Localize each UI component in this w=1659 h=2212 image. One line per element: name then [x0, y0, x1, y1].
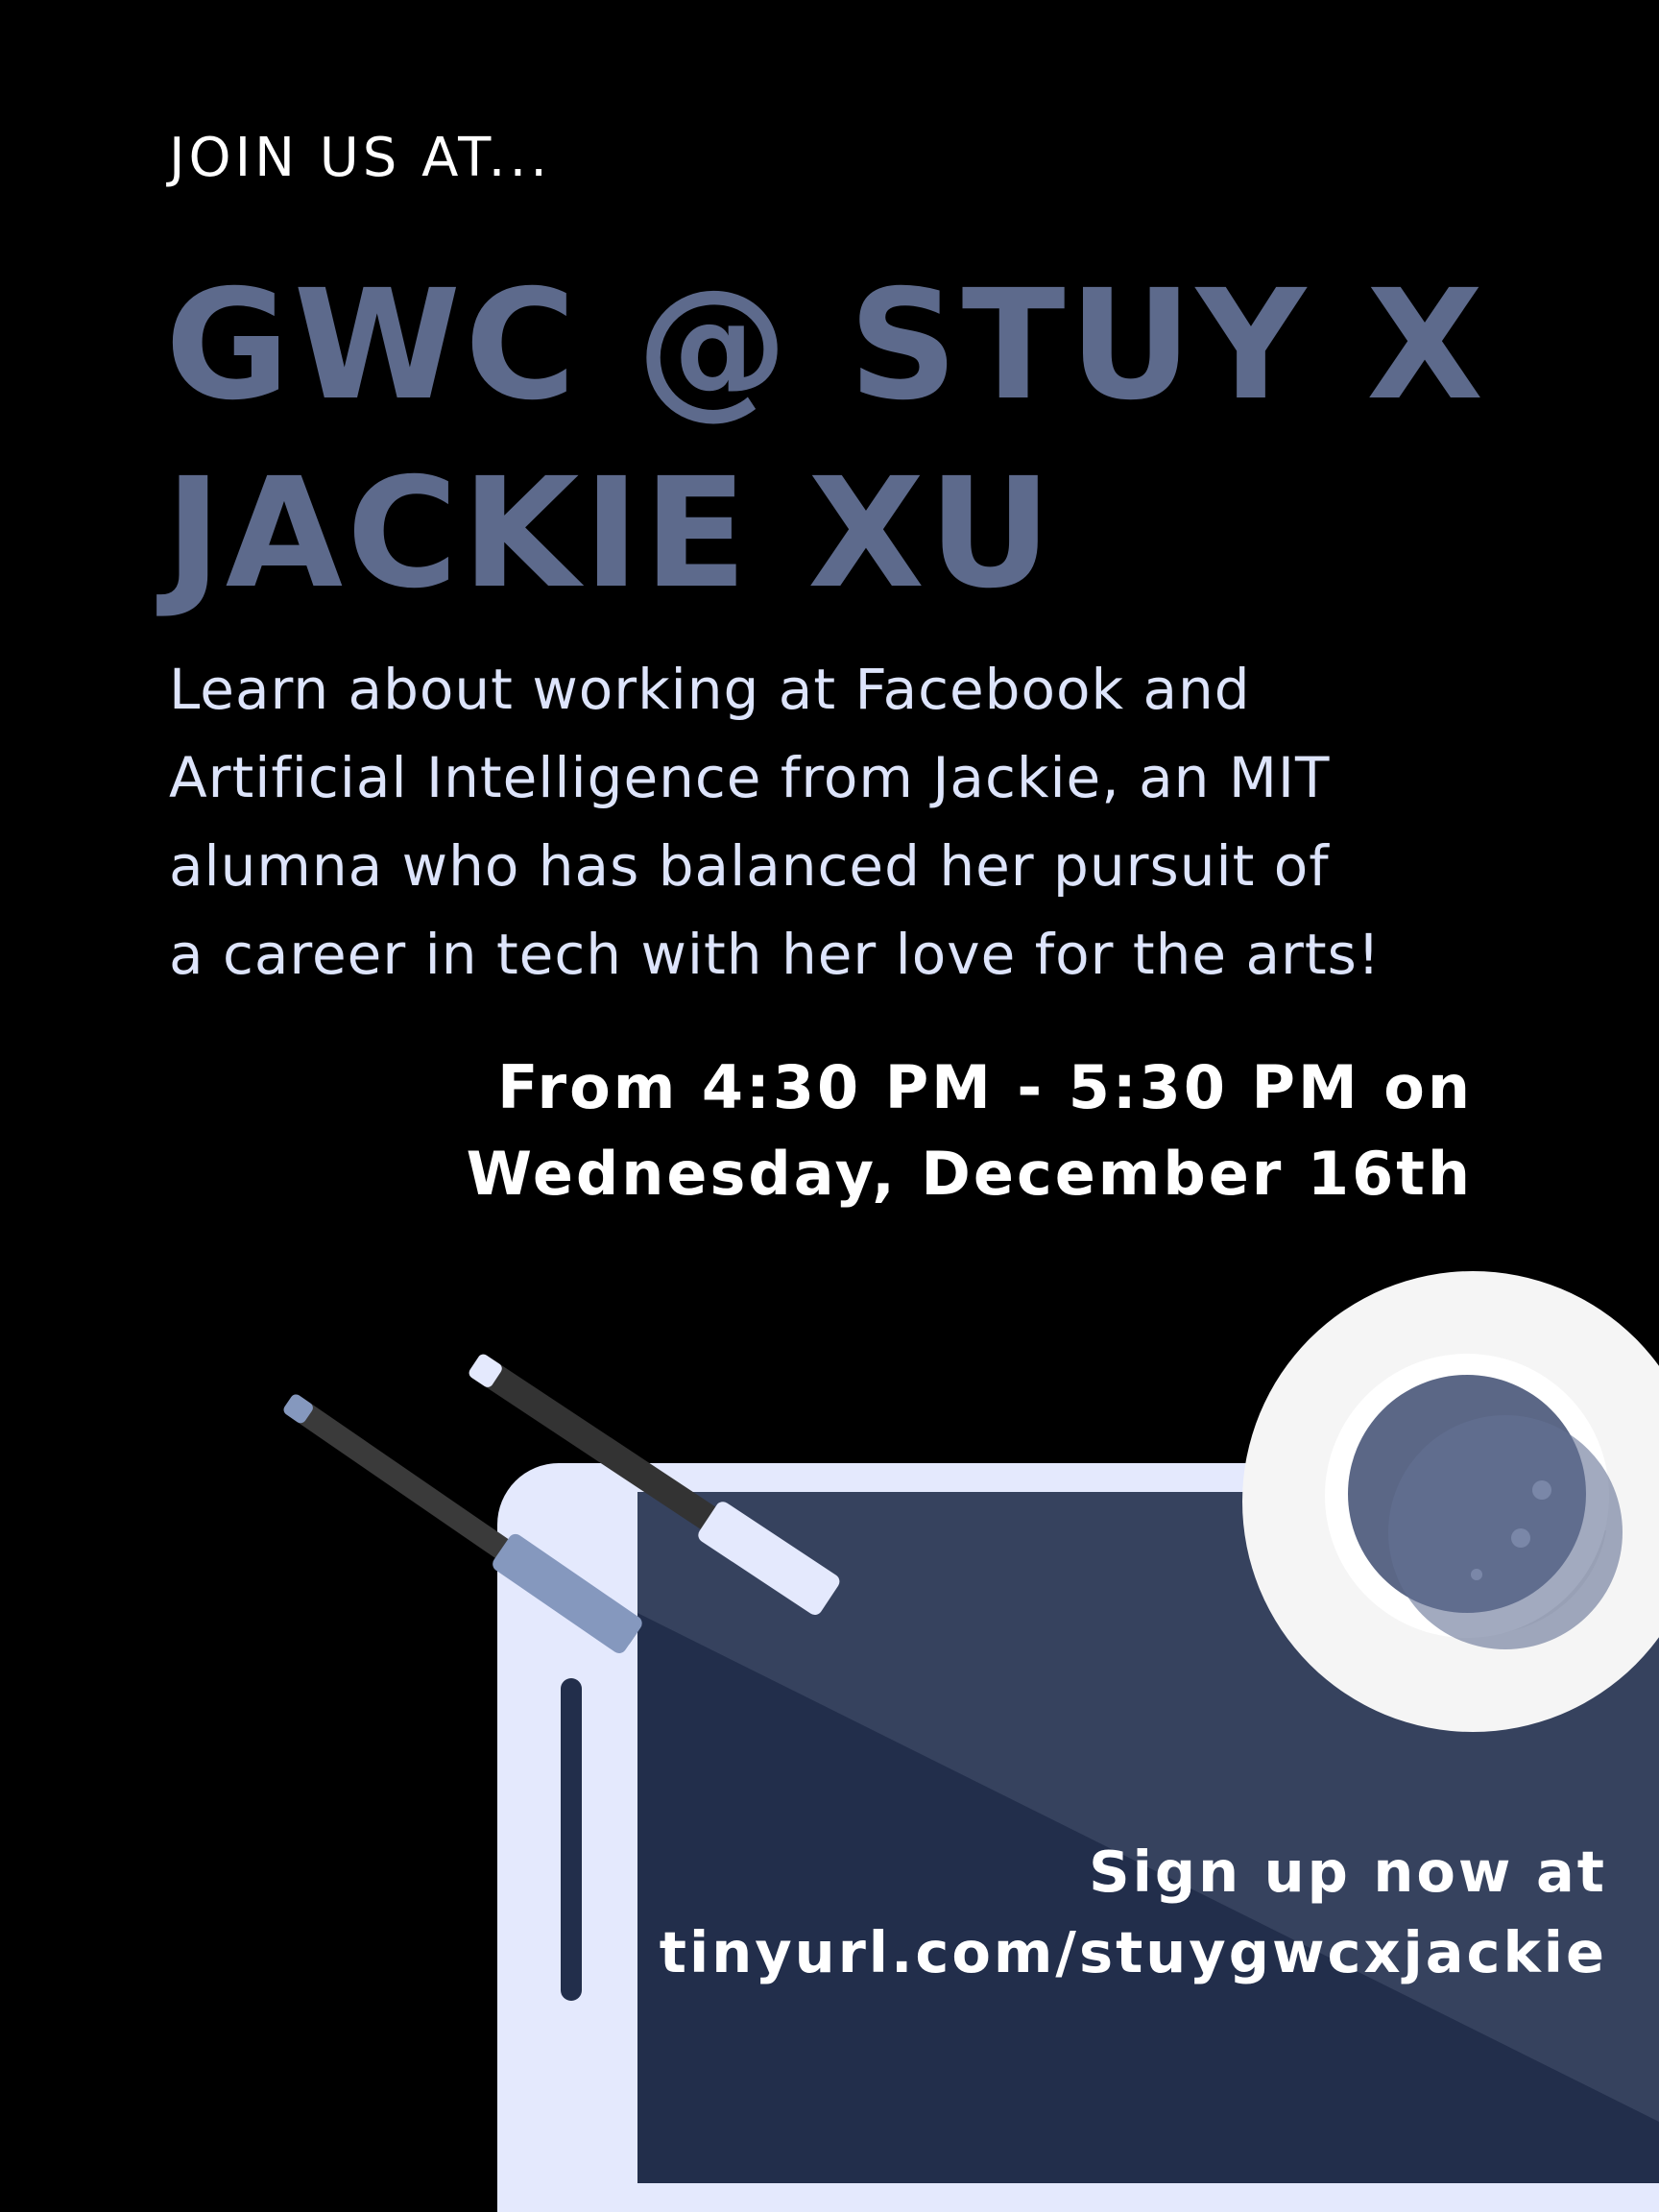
tablet-slot — [561, 1678, 582, 2001]
signup-url[interactable]: tinyurl.com/stuygwcxjackie — [660, 1912, 1607, 1993]
signup-call-to-action: Sign up now at tinyurl.com/stuygwcxjacki… — [660, 1832, 1607, 1993]
signup-line-1: Sign up now at — [1089, 1839, 1607, 1905]
